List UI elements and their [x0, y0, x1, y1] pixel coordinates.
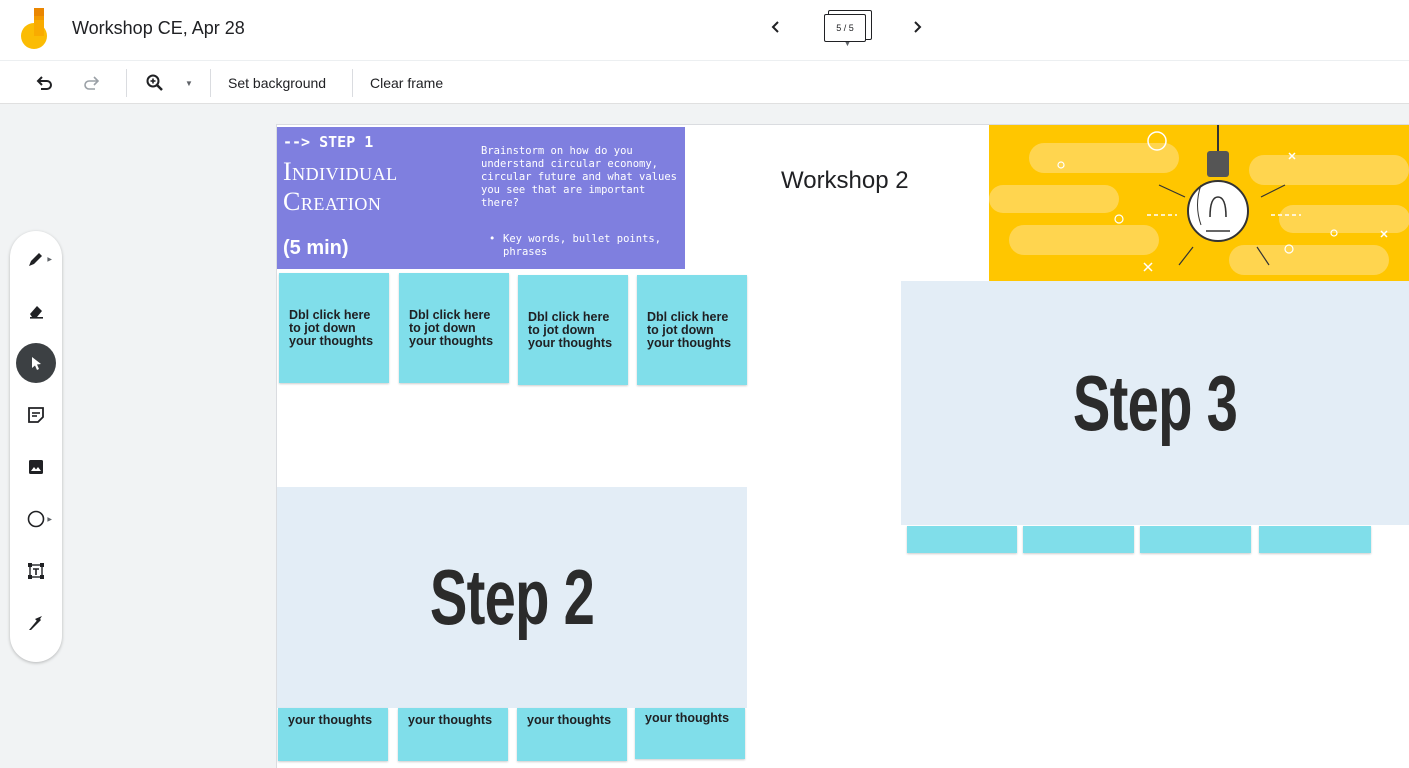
clear-frame-button[interactable]: Clear frame [370, 69, 443, 97]
step3-label: Step 3 [1073, 358, 1238, 447]
sticky-note-edge[interactable] [907, 526, 1017, 553]
sticky-note[interactable]: Dbl click here to jot down your thoughts [518, 275, 628, 385]
step1-panel[interactable]: --> STEP 1 Individual Creation (5 min) B… [277, 127, 685, 269]
sticky-note-edge[interactable] [1259, 526, 1371, 553]
select-tool[interactable] [16, 343, 56, 383]
image-icon [29, 460, 43, 474]
zoom-dropdown-caret[interactable]: ▼ [180, 69, 198, 97]
image-tool[interactable] [16, 447, 56, 487]
laser-icon [29, 616, 42, 630]
jam-canvas[interactable]: --> STEP 1 Individual Creation (5 min) B… [276, 124, 1409, 768]
next-frame-button[interactable] [903, 13, 931, 41]
toolbar-divider [126, 69, 127, 97]
step1-title: Individual Creation [283, 157, 398, 216]
pen-icon [29, 253, 42, 266]
sticky-note[interactable]: Dbl click here to jot down your thoughts [279, 273, 389, 383]
expand-arrow-icon: ▶ [47, 517, 52, 523]
step1-bullet: Key words, bullet points, phrases [489, 233, 685, 259]
frame-bar-toggle[interactable]: 5 / 5 ▼ [822, 10, 874, 48]
step1-duration: (5 min) [283, 237, 349, 259]
text-box-icon [28, 563, 44, 579]
text-box-tool[interactable] [16, 551, 56, 591]
lightbulb-banner[interactable] [989, 125, 1409, 281]
document-title[interactable]: Workshop CE, Apr 28 [72, 18, 245, 39]
sticky-note[interactable]: your thoughts [278, 708, 388, 761]
previous-frame-button[interactable] [762, 13, 790, 41]
sticky-note-tool[interactable] [16, 395, 56, 435]
toolbar-divider [352, 69, 353, 97]
eraser-icon [30, 306, 43, 319]
lightbulb-icon [989, 125, 1409, 275]
step3-card[interactable]: Step 3 [901, 281, 1409, 525]
pen-tool[interactable]: ▶ [16, 239, 56, 279]
toolbar-divider [210, 69, 211, 97]
expand-arrow-icon: ▶ [47, 257, 52, 263]
sticky-note[interactable]: Dbl click here to jot down your thoughts [637, 275, 747, 385]
circle-icon [27, 510, 45, 528]
app-header: Workshop CE, Apr 28 5 / 5 ▼ [0, 0, 1409, 60]
shape-tool[interactable]: ▶ [16, 499, 56, 539]
chevron-left-icon [771, 21, 779, 33]
cursor-arrow-icon [32, 357, 41, 370]
zoom-button[interactable] [142, 69, 168, 97]
undo-button[interactable] [30, 69, 58, 97]
step2-label: Step 2 [429, 553, 595, 641]
jamboard-logo[interactable] [20, 8, 50, 50]
sticky-note[interactable]: your thoughts [517, 708, 627, 761]
caret-down-icon: ▼ [844, 41, 851, 48]
undo-icon [36, 76, 52, 90]
tool-palette: ▶ ▶ [10, 231, 62, 662]
step1-heading: --> STEP 1 [283, 133, 374, 151]
sticky-note-edge[interactable] [1023, 526, 1134, 553]
frame-counter-label: 5 / 5 [824, 14, 866, 42]
step1-description: Brainstorm on how do you understand circ… [481, 145, 677, 209]
redo-button[interactable] [78, 69, 106, 97]
eraser-tool[interactable] [16, 291, 56, 331]
toolbar: ▼ Set background Clear frame [0, 60, 1409, 104]
caret-down-icon: ▼ [185, 78, 193, 88]
sticky-note-icon [28, 407, 44, 423]
sticky-note[interactable]: Dbl click here to jot down your thoughts [399, 273, 509, 383]
set-background-button[interactable]: Set background [228, 69, 326, 97]
redo-icon [84, 76, 100, 90]
sticky-note-edge[interactable] [1140, 526, 1251, 553]
zoom-in-icon [146, 74, 163, 91]
step2-card[interactable]: Step 2 [277, 487, 747, 708]
sticky-note[interactable]: your thoughts [635, 708, 745, 759]
sticky-note[interactable]: your thoughts [398, 708, 508, 761]
laser-tool[interactable] [16, 603, 56, 643]
workshop-label[interactable]: Workshop 2 [781, 167, 909, 195]
chevron-right-icon [914, 21, 922, 33]
